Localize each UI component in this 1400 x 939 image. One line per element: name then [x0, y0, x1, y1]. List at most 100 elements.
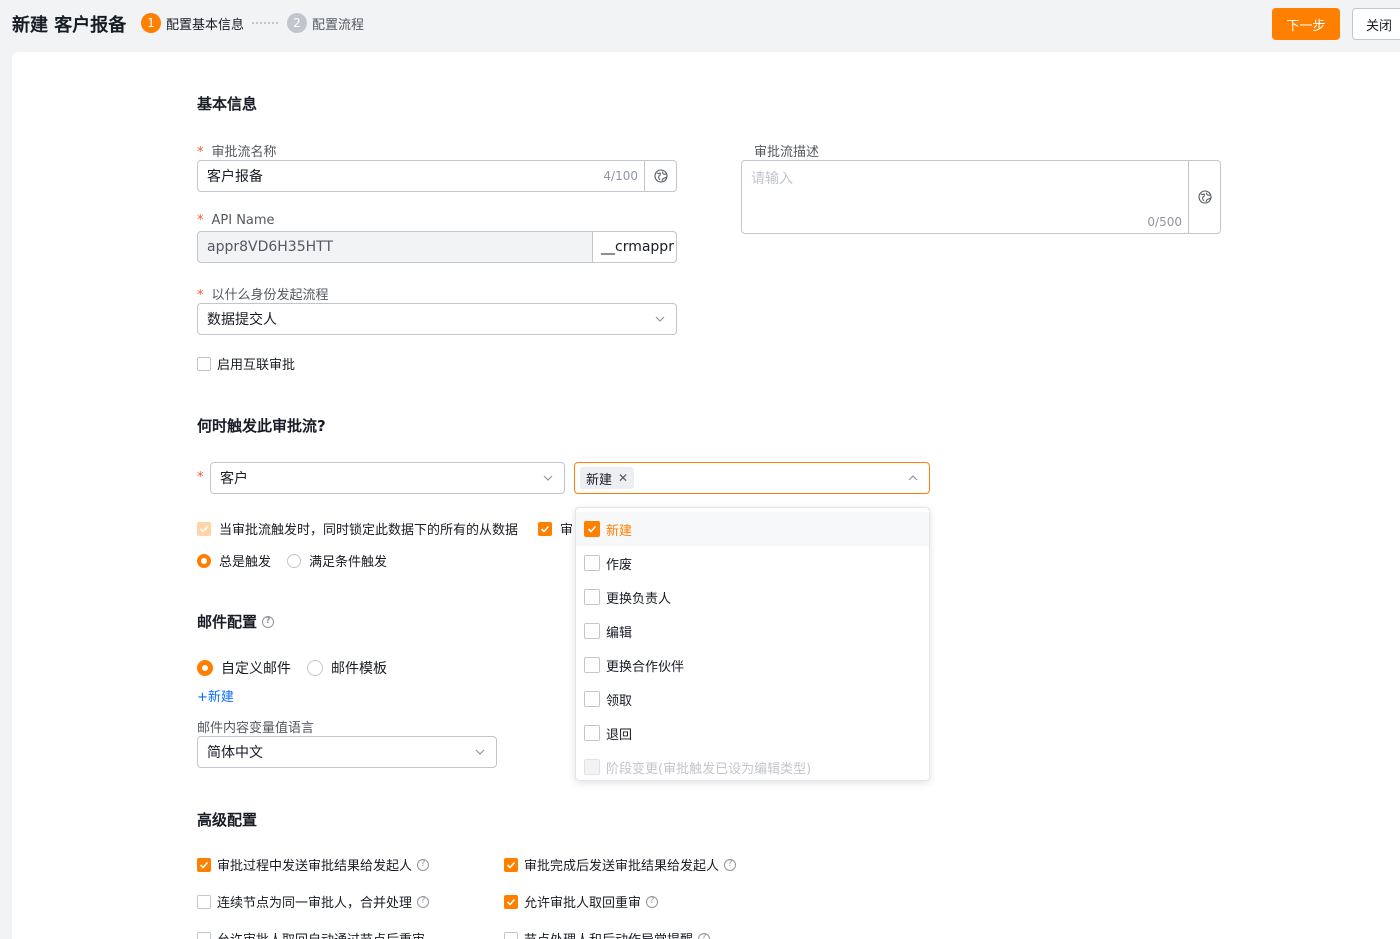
option-label: 阶段变更(审批触发已设为编辑类型)	[606, 761, 812, 777]
step-number: 2	[287, 13, 307, 33]
second-option-row[interactable]: 审	[538, 519, 573, 538]
globe-icon[interactable]	[644, 161, 676, 191]
identity-label: * 以什么身份发起流程	[197, 288, 329, 303]
interconnect-label: 启用互联审批	[217, 358, 296, 373]
second-option-label: 审	[560, 523, 574, 538]
dropdown-option-new[interactable]: 新建	[576, 512, 929, 546]
adv-option-checkbox[interactable]	[197, 894, 211, 909]
mail-template-radio[interactable]	[307, 660, 323, 676]
trigger-object-select[interactable]: 客户	[210, 462, 565, 494]
adv-option-label: 连续节点为同一审批人，合并处理	[217, 896, 413, 911]
interconnect-checkbox[interactable]	[197, 356, 211, 371]
adv-option-label: 审批过程中发送审批结果给发起人	[217, 859, 413, 874]
adv-option-label: 允许审批人取回自动通过节点后重审	[217, 929, 425, 939]
option-checkbox	[584, 725, 600, 741]
help-icon[interactable]: ?	[417, 895, 430, 908]
api-name-suffix: __crmappr	[592, 232, 676, 262]
option-label: 编辑	[606, 625, 633, 641]
option-checkbox	[584, 691, 600, 707]
flow-desc-textarea[interactable]: 请输入 0/500	[741, 160, 1221, 234]
adv-option-row[interactable]: 节点处理人和后动作异常提醒 ?	[504, 929, 711, 939]
required-mark: *	[197, 470, 204, 485]
next-button[interactable]: 下一步	[1272, 8, 1340, 40]
option-checkbox	[584, 623, 600, 639]
adv-option-checkbox[interactable]	[197, 931, 211, 939]
adv-option-row[interactable]: 审批过程中发送审批结果给发起人 ?	[197, 855, 430, 874]
adv-option-checkbox[interactable]	[504, 931, 518, 939]
adv-option-row[interactable]: 允许审批人取回自动通过节点后重审	[197, 929, 425, 939]
section-title-basic-info: 基本信息	[197, 95, 258, 113]
interconnect-checkbox-row[interactable]: 启用互联审批	[197, 354, 295, 373]
dropdown-option-change-owner[interactable]: 更换负责人	[576, 580, 929, 614]
custom-mail-row[interactable]: 自定义邮件	[197, 658, 291, 678]
adv-option-row[interactable]: 审批完成后发送审批结果给发起人 ?	[504, 855, 737, 874]
step-label: 配置基本信息	[166, 17, 245, 33]
option-label: 更换合作伙伴	[606, 659, 685, 675]
always-trigger-radio[interactable]	[197, 553, 211, 568]
option-label: 新建	[606, 523, 633, 539]
option-checkbox	[584, 521, 600, 537]
required-mark: *	[197, 145, 204, 160]
second-option-checkbox[interactable]	[538, 521, 552, 536]
flow-name-value: 客户报备	[207, 169, 263, 185]
dropdown-option-edit[interactable]: 编辑	[576, 614, 929, 648]
option-label: 更换负责人	[606, 591, 672, 607]
trigger-object-value: 客户	[220, 471, 248, 487]
help-icon[interactable]: ?	[417, 858, 430, 871]
trigger-action-multiselect[interactable]: 新建 ✕	[574, 462, 930, 494]
always-trigger-row[interactable]: 总是触发	[197, 551, 271, 570]
mail-lang-value: 简体中文	[207, 745, 263, 761]
lock-slave-data-row[interactable]: 当审批流触发时，同时锁定此数据下的所有的从数据	[197, 519, 518, 538]
custom-mail-label: 自定义邮件	[221, 661, 291, 677]
selected-tag: 新建 ✕	[580, 467, 635, 489]
adv-option-checkbox[interactable]	[504, 894, 518, 909]
page-title: 新建 客户报备	[12, 15, 127, 36]
tag-remove-icon[interactable]: ✕	[618, 471, 628, 485]
chevron-down-icon	[543, 475, 553, 481]
required-mark: *	[197, 213, 204, 228]
dropdown-option-return[interactable]: 退回	[576, 716, 929, 750]
mail-template-row[interactable]: 邮件模板	[307, 658, 387, 678]
dropdown-option-change-partner[interactable]: 更换合作伙伴	[576, 648, 929, 682]
chevron-up-icon	[908, 475, 918, 481]
adv-option-row[interactable]: 连续节点为同一审批人，合并处理 ?	[197, 892, 430, 911]
step-connector	[252, 22, 278, 24]
section-title-mail: 邮件配置 ?	[197, 611, 275, 632]
adv-option-row[interactable]: 允许审批人取回重审 ?	[504, 892, 659, 911]
condition-trigger-row[interactable]: 满足条件触发	[287, 551, 387, 570]
dropdown-option-void[interactable]: 作废	[576, 546, 929, 580]
globe-icon[interactable]	[1188, 161, 1220, 233]
close-button[interactable]: 关闭	[1352, 8, 1400, 40]
identity-select[interactable]: 数据提交人	[197, 303, 677, 335]
flow-name-input[interactable]: 客户报备 4/100	[197, 160, 677, 192]
adv-option-checkbox[interactable]	[197, 857, 211, 872]
desc-label: 审批流描述	[754, 145, 820, 160]
step-config-flow: 2 配置流程	[287, 13, 364, 33]
option-checkbox	[584, 555, 600, 571]
condition-trigger-label: 满足条件触发	[309, 555, 388, 570]
api-name-input: appr8VD6H35HTT __crmappr	[197, 231, 677, 263]
custom-mail-radio[interactable]	[197, 660, 213, 676]
help-icon[interactable]: ?	[698, 932, 711, 939]
dropdown-option-claim[interactable]: 领取	[576, 682, 929, 716]
char-count: 0/500	[1147, 215, 1182, 229]
mail-lang-select[interactable]: 简体中文	[197, 736, 497, 768]
chevron-down-icon	[475, 749, 485, 755]
option-checkbox	[584, 759, 600, 775]
chevron-down-icon	[655, 316, 665, 322]
step-number: 1	[141, 13, 161, 33]
help-icon[interactable]: ?	[646, 895, 659, 908]
name-label: * 审批流名称	[197, 145, 277, 160]
adv-option-label: 审批完成后发送审批结果给发起人	[524, 859, 720, 874]
condition-trigger-radio[interactable]	[287, 553, 301, 568]
help-icon[interactable]: ?	[262, 615, 275, 628]
desc-placeholder: 请输入	[751, 171, 793, 187]
option-label: 作废	[606, 557, 633, 573]
new-mail-link[interactable]: +新建	[197, 686, 234, 705]
required-mark: *	[197, 288, 204, 303]
help-icon[interactable]: ?	[724, 858, 737, 871]
option-label: 领取	[606, 693, 633, 709]
top-bar: 新建 客户报备 1 配置基本信息 2 配置流程 下一步 关闭	[0, 0, 1400, 50]
adv-option-checkbox[interactable]	[504, 857, 518, 872]
char-count: 4/100	[603, 169, 638, 183]
